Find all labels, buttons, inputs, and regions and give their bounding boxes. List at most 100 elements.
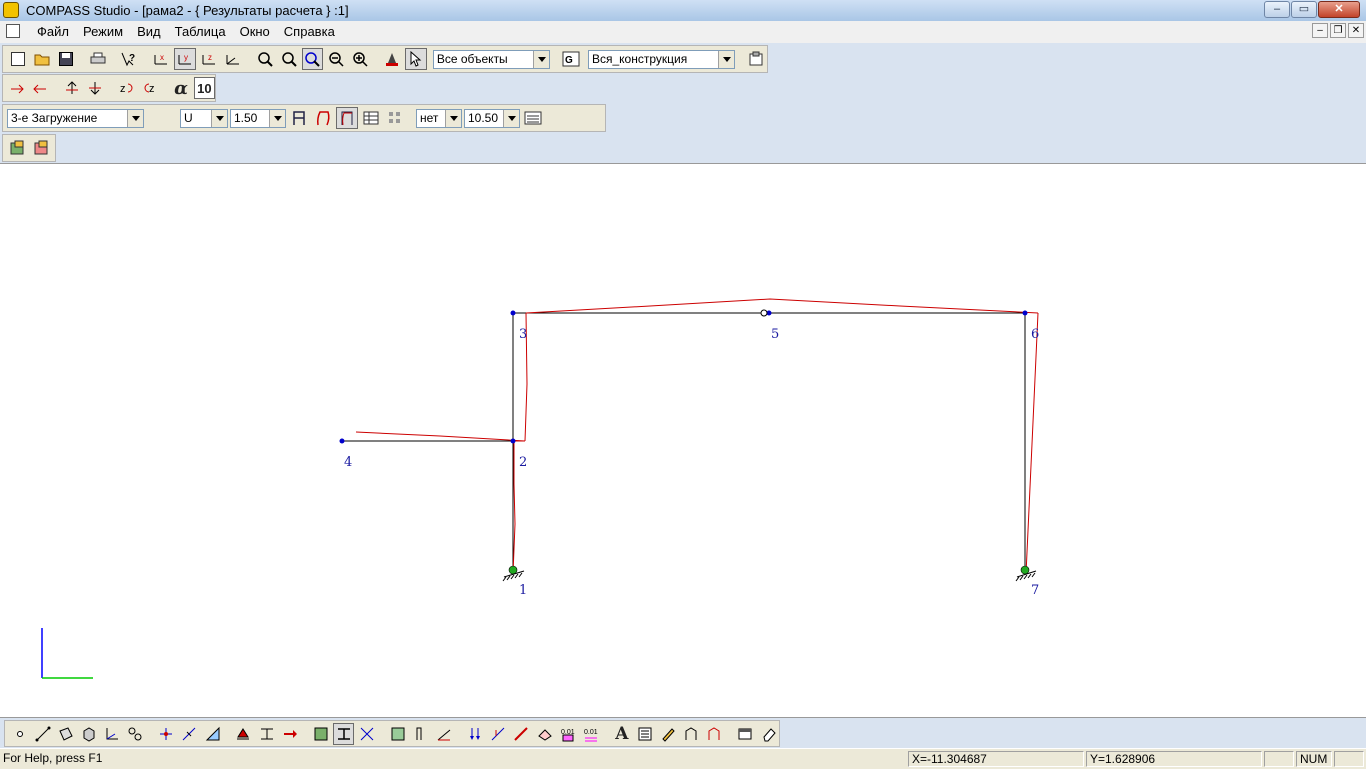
component-combo[interactable]: U xyxy=(180,108,228,128)
frame-model-drawing[interactable]: 1 2 3 4 5 6 7 xyxy=(0,164,1366,717)
properties-icon[interactable] xyxy=(745,48,767,70)
pencil-icon[interactable] xyxy=(658,723,679,745)
mdi-close-button[interactable]: ✕ xyxy=(1348,23,1364,38)
minimize-button[interactable]: – xyxy=(1264,1,1290,18)
hinge-tool-icon[interactable] xyxy=(125,723,146,745)
menu-table[interactable]: Таблица xyxy=(168,24,233,39)
plate-tool-icon[interactable] xyxy=(55,723,76,745)
node-4[interactable] xyxy=(339,438,345,444)
solid-tool-icon[interactable] xyxy=(78,723,99,745)
save-icon[interactable] xyxy=(55,48,77,70)
select-pointer-icon[interactable] xyxy=(404,48,427,70)
rotate-z-minus-icon[interactable]: z xyxy=(139,77,160,99)
rotate-z-plus-icon[interactable]: z xyxy=(116,77,137,99)
construction-combo[interactable]: Вся_конструкция xyxy=(588,49,736,69)
node-loads-icon[interactable] xyxy=(465,723,486,745)
angle-value-button[interactable]: 10 xyxy=(193,77,216,99)
distributed-load-icon[interactable] xyxy=(511,723,532,745)
maximize-button[interactable]: ▭ xyxy=(1291,1,1317,18)
node-3[interactable] xyxy=(510,310,516,316)
table-view-icon[interactable] xyxy=(360,107,382,129)
chevron-down-icon[interactable] xyxy=(533,50,550,68)
rotate-z-icon[interactable]: z xyxy=(198,48,220,70)
chevron-down-icon[interactable] xyxy=(445,109,461,127)
open-folder-icon[interactable] xyxy=(31,48,53,70)
load-tool-icon[interactable] xyxy=(279,723,300,745)
node-6[interactable] xyxy=(1022,310,1028,316)
local-axes-icon[interactable] xyxy=(356,723,377,745)
menu-window[interactable]: Окно xyxy=(233,24,277,39)
rotate-y-minus-icon[interactable] xyxy=(85,77,106,99)
bar-loads-icon[interactable] xyxy=(488,723,509,745)
window-tool-icon[interactable] xyxy=(735,723,756,745)
zoom-out-icon[interactable] xyxy=(325,48,347,70)
objects-combo[interactable]: Все объекты xyxy=(432,49,551,69)
node-label-2: 2 xyxy=(519,455,527,470)
move-node-icon[interactable] xyxy=(156,723,177,745)
chevron-down-icon[interactable] xyxy=(269,109,285,127)
draw-frame-icon[interactable] xyxy=(681,723,702,745)
values-grid-icon[interactable] xyxy=(384,107,406,129)
fix-tool-icon[interactable] xyxy=(256,723,277,745)
node-tool-icon[interactable] xyxy=(9,723,30,745)
load-table-icon[interactable]: 0.01 xyxy=(580,723,601,745)
marker-icon[interactable] xyxy=(381,48,403,70)
menu-view[interactable]: Вид xyxy=(130,24,168,39)
rotate-y-plus-icon[interactable] xyxy=(61,77,82,99)
combined-shape-icon[interactable] xyxy=(336,107,358,129)
material-tool-icon[interactable] xyxy=(310,723,331,745)
rotate-x-minus-icon[interactable] xyxy=(30,77,51,99)
new-file-icon[interactable] xyxy=(7,48,29,70)
text-tool-icon[interactable]: A xyxy=(611,723,632,745)
mdi-minimize-button[interactable]: – xyxy=(1312,23,1328,38)
menu-mode[interactable]: Режим xyxy=(76,24,130,39)
zoom-pan-icon[interactable] xyxy=(301,48,324,70)
document-icon[interactable] xyxy=(6,24,20,38)
menu-file[interactable]: Файл xyxy=(30,24,76,39)
bar-tool-icon[interactable] xyxy=(32,723,53,745)
plate-load-icon[interactable] xyxy=(534,723,555,745)
split-bar-icon[interactable] xyxy=(179,723,200,745)
support-tool-icon[interactable] xyxy=(233,723,254,745)
deformed-shape-icon[interactable] xyxy=(312,107,334,129)
chevron-down-icon[interactable] xyxy=(718,50,735,68)
view-3d-icon[interactable] xyxy=(222,48,244,70)
scale-combo[interactable]: 1.50 xyxy=(230,108,286,128)
zoom-in-icon[interactable] xyxy=(349,48,371,70)
rotate-x-plus-icon[interactable] xyxy=(7,77,28,99)
beta-angle-icon[interactable] xyxy=(434,723,455,745)
chevron-down-icon[interactable] xyxy=(127,109,143,127)
rotate-x-icon[interactable]: x xyxy=(150,48,172,70)
chevron-down-icon[interactable] xyxy=(503,109,519,127)
frame-h-icon[interactable] xyxy=(288,107,310,129)
eccentricity-icon[interactable] xyxy=(411,723,432,745)
close-button[interactable]: ✕ xyxy=(1318,1,1360,18)
mdi-restore-button[interactable]: ❐ xyxy=(1330,23,1346,38)
zoom-window-icon[interactable] xyxy=(278,48,300,70)
draw-frame-red-icon[interactable] xyxy=(704,723,725,745)
number-labels-icon[interactable] xyxy=(522,107,544,129)
font-size-combo[interactable]: 10.50 xyxy=(464,108,520,128)
group-icon[interactable]: G xyxy=(560,48,582,70)
load-case-combo[interactable]: 3-е Загружение xyxy=(7,108,144,128)
stiffness-icon[interactable] xyxy=(387,723,408,745)
drawing-canvas[interactable]: 1 2 3 4 5 6 7 xyxy=(0,163,1366,718)
note-tool-icon[interactable] xyxy=(634,723,655,745)
eraser-icon[interactable] xyxy=(758,723,779,745)
export-icon[interactable] xyxy=(7,137,29,159)
context-help-icon[interactable]: ? xyxy=(118,48,140,70)
node-2[interactable] xyxy=(510,438,516,444)
section-tool-icon[interactable] xyxy=(333,722,355,745)
chevron-down-icon[interactable] xyxy=(211,109,227,127)
zoom-icon[interactable] xyxy=(254,48,276,70)
mesh-icon[interactable] xyxy=(202,723,223,745)
menu-help[interactable]: Справка xyxy=(277,24,342,39)
rotate-y-icon[interactable]: y xyxy=(174,48,197,70)
node-label-7: 7 xyxy=(1031,583,1039,598)
axes-tool-icon[interactable] xyxy=(102,723,123,745)
print-icon[interactable] xyxy=(87,48,109,70)
labels-combo[interactable]: нет xyxy=(416,108,462,128)
report-icon[interactable] xyxy=(31,137,53,159)
alpha-angle-button[interactable]: α xyxy=(170,77,191,99)
load-values-icon[interactable]: 0.01 xyxy=(557,723,578,745)
